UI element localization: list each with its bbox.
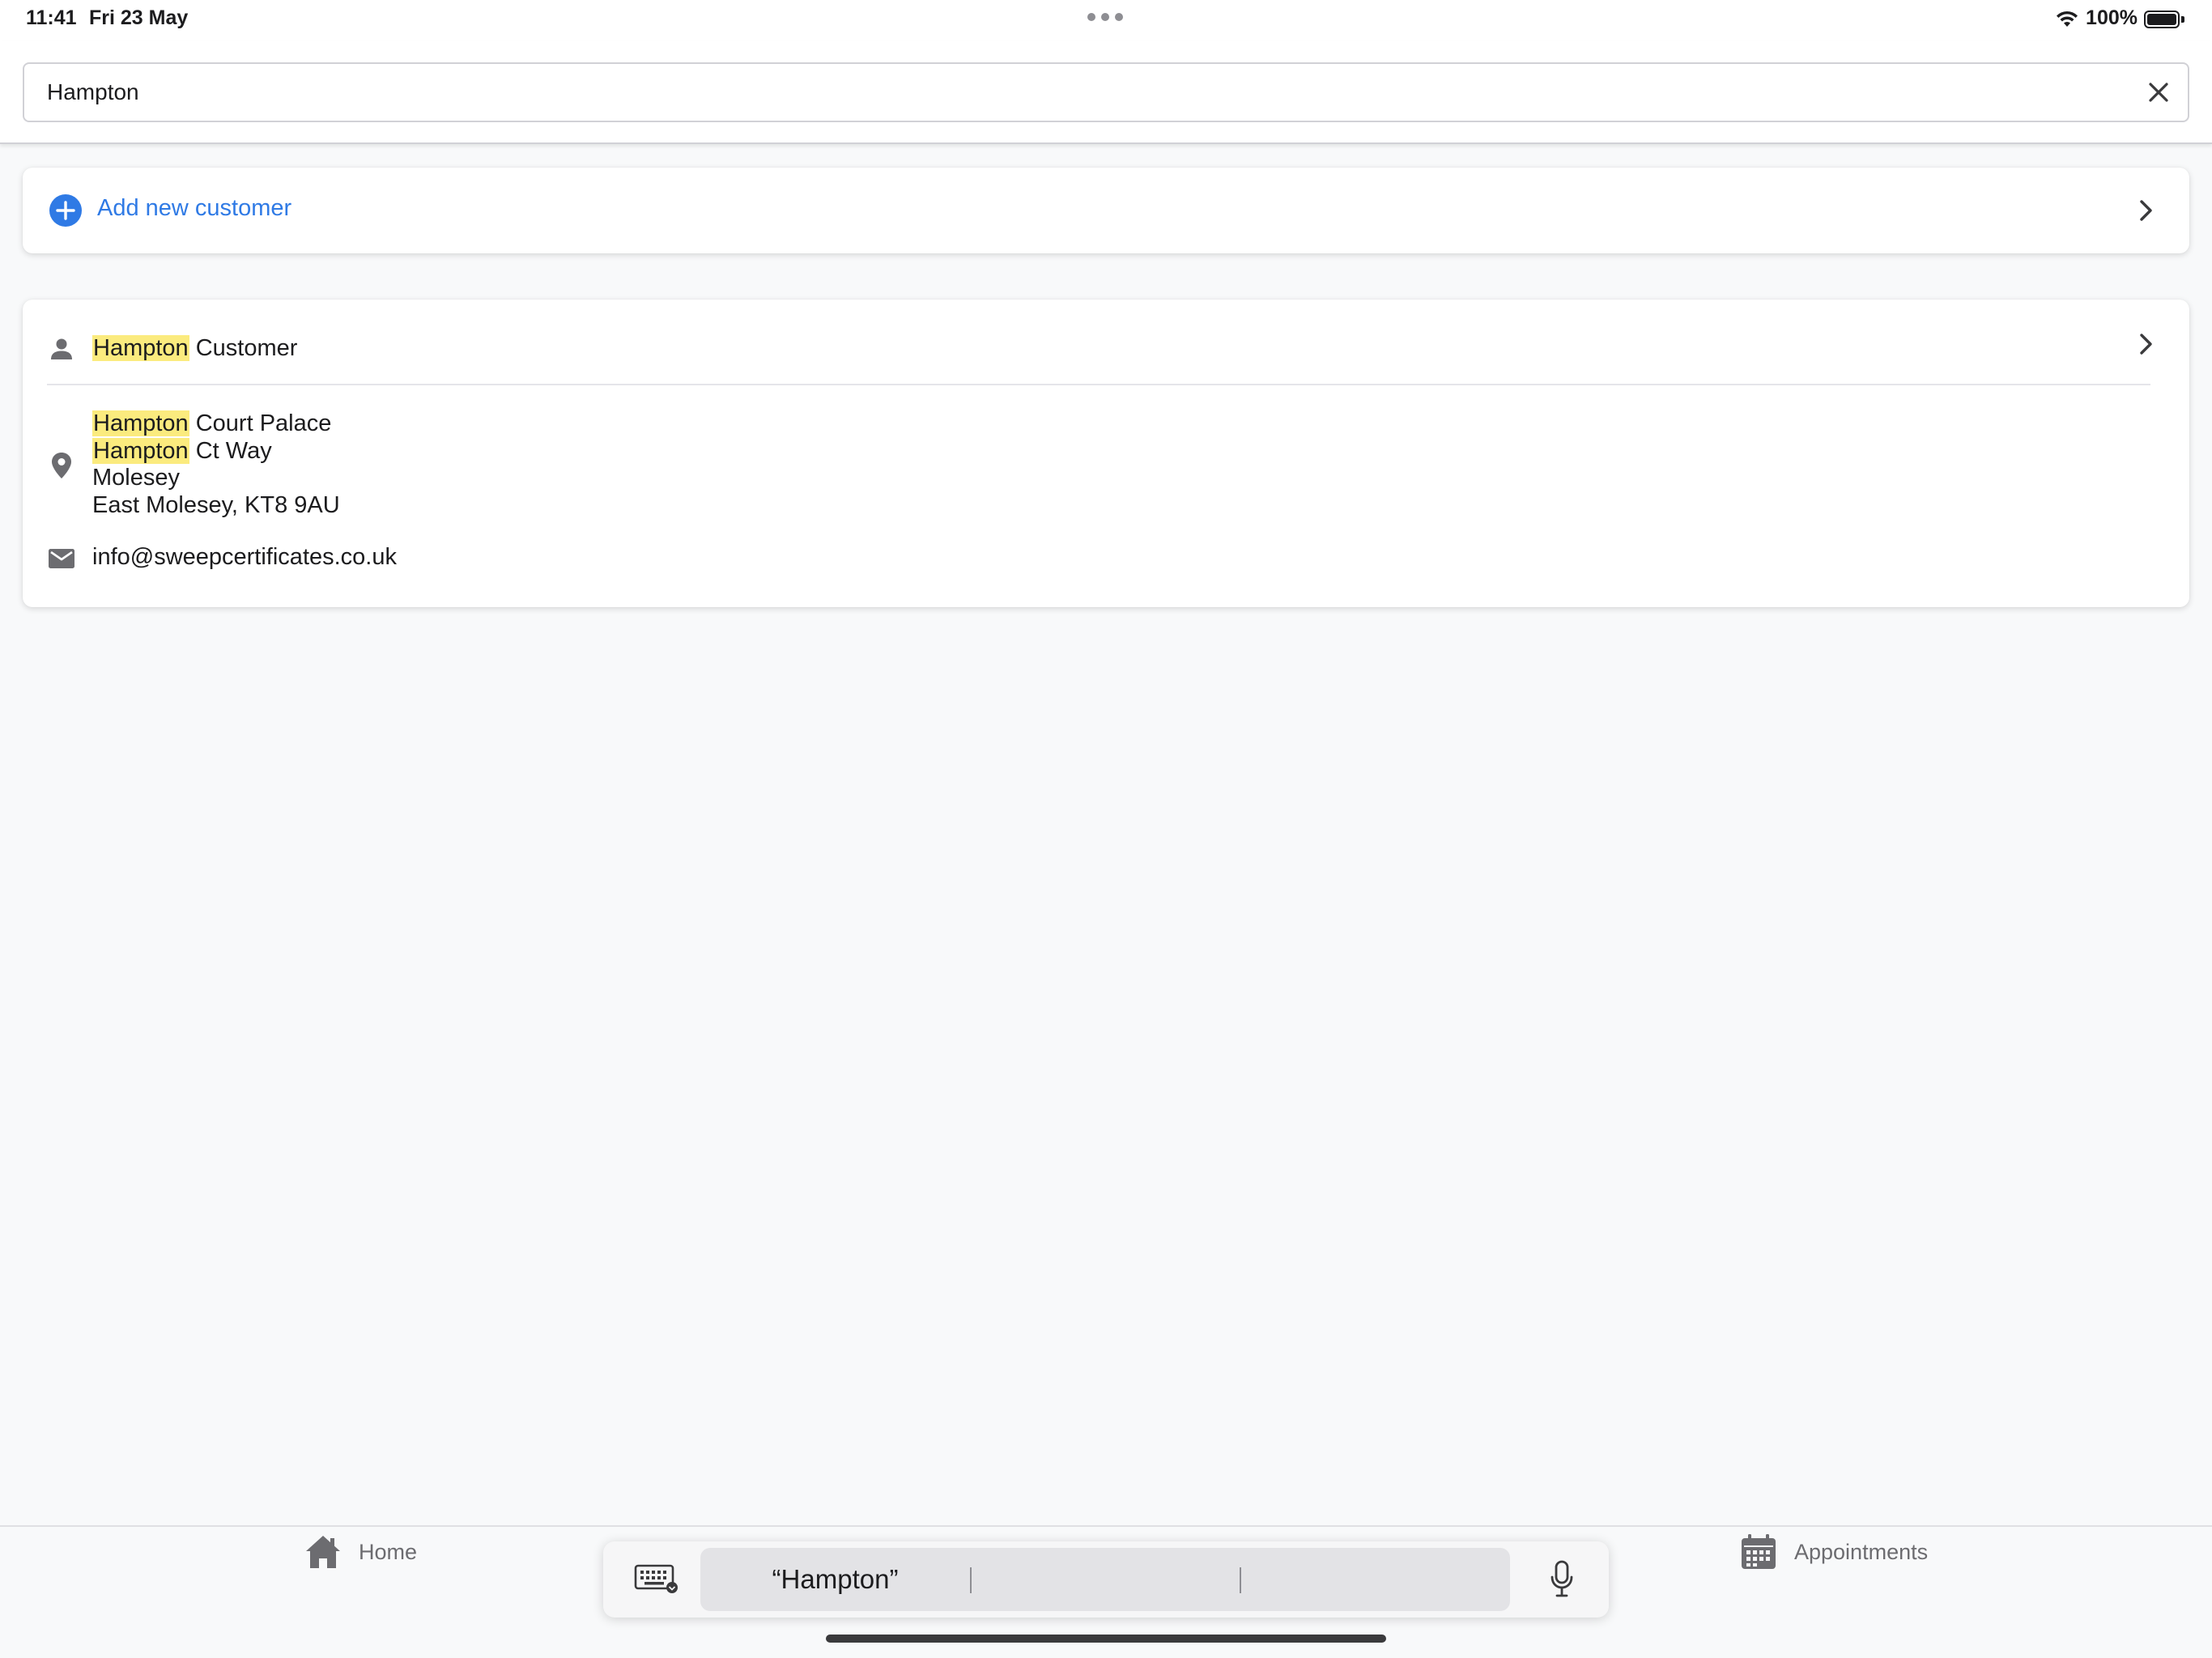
plus-circle-icon: [49, 194, 82, 227]
close-icon[interactable]: [2144, 78, 2173, 107]
battery-icon: [2144, 9, 2184, 28]
multitasking-dots-icon[interactable]: [1087, 13, 1123, 21]
keyboard-shortcut-bar: “Hampton”: [603, 1541, 1609, 1618]
customer-email: info@sweepcertificates.co.uk: [92, 544, 397, 570]
location-pin-icon: [52, 453, 71, 478]
chevron-right-icon: [2140, 200, 2152, 221]
home-icon: [306, 1536, 340, 1568]
address-line: Hampton Court Palace: [92, 410, 332, 436]
tab-home-label: Home: [359, 1539, 418, 1564]
search-highlight: Hampton: [92, 437, 189, 464]
status-bar: 11:41 Fri 23 May 100%: [0, 0, 2212, 40]
status-date: Fri 23 May: [89, 6, 189, 29]
address-line: Molesey: [92, 465, 180, 491]
address-line: Hampton Ct Way: [92, 437, 272, 464]
chevron-right-icon: [2140, 334, 2152, 355]
search-highlight: Hampton: [92, 335, 189, 361]
battery-percentage: 100%: [2086, 6, 2138, 29]
customer-address: Hampton Court Palace Hampton Ct Way Mole…: [92, 410, 340, 519]
search-input[interactable]: [47, 64, 2120, 121]
suggestion-item[interactable]: [1240, 1548, 1510, 1611]
add-new-customer-label: Add new customer: [97, 195, 292, 221]
search-header: [0, 40, 2212, 144]
tab-appointments[interactable]: Appointments: [1739, 1533, 1928, 1571]
calendar-icon: [1742, 1534, 1776, 1569]
customer-result-card[interactable]: Hampton Customer Hampton Court Palace Ha…: [23, 300, 2189, 607]
microphone-icon[interactable]: [1549, 1559, 1575, 1600]
search-field[interactable]: [23, 62, 2189, 122]
status-indicators: 100%: [2055, 6, 2184, 30]
tab-home[interactable]: Home: [304, 1533, 417, 1571]
home-indicator[interactable]: [826, 1635, 1386, 1643]
tab-appointments-label: Appointments: [1794, 1539, 1929, 1564]
customer-name: Hampton Customer: [92, 335, 298, 361]
keyboard-icon[interactable]: [634, 1564, 679, 1595]
address-line: East Molesey, KT8 9AU: [92, 491, 340, 518]
wifi-icon: [2057, 11, 2078, 27]
suggestion-item[interactable]: “Hampton”: [700, 1548, 970, 1611]
mail-icon: [49, 549, 74, 568]
predictive-suggestions: “Hampton”: [700, 1548, 1510, 1611]
divider: [47, 384, 2150, 385]
status-time: 11:41: [26, 6, 77, 29]
person-icon: [51, 338, 72, 359]
add-new-customer-button[interactable]: Add new customer: [23, 168, 2189, 253]
search-highlight: Hampton: [92, 410, 189, 436]
suggestion-item[interactable]: [970, 1548, 1240, 1611]
